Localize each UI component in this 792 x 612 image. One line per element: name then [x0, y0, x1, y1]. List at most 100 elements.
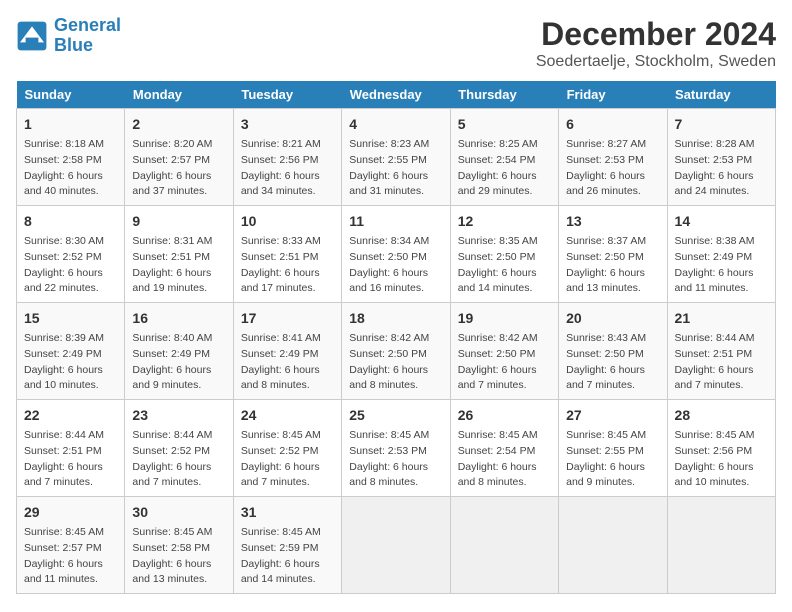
day-number: 21 [675, 308, 768, 329]
calendar-week-row: 29Sunrise: 8:45 AM Sunset: 2:57 PM Dayli… [17, 497, 776, 594]
day-info: Sunrise: 8:45 AM Sunset: 2:52 PM Dayligh… [241, 428, 334, 491]
day-info: Sunrise: 8:41 AM Sunset: 2:49 PM Dayligh… [241, 331, 334, 394]
day-info: Sunrise: 8:20 AM Sunset: 2:57 PM Dayligh… [132, 137, 225, 200]
day-number: 7 [675, 114, 768, 135]
day-info: Sunrise: 8:35 AM Sunset: 2:50 PM Dayligh… [458, 234, 551, 297]
main-title: December 2024 [536, 16, 776, 53]
logo: General Blue [16, 16, 121, 56]
calendar-cell: 17Sunrise: 8:41 AM Sunset: 2:49 PM Dayli… [233, 303, 341, 400]
day-number: 6 [566, 114, 659, 135]
calendar-cell: 2Sunrise: 8:20 AM Sunset: 2:57 PM Daylig… [125, 109, 233, 206]
calendar-cell: 7Sunrise: 8:28 AM Sunset: 2:53 PM Daylig… [667, 109, 775, 206]
day-info: Sunrise: 8:28 AM Sunset: 2:53 PM Dayligh… [675, 137, 768, 200]
calendar-cell: 23Sunrise: 8:44 AM Sunset: 2:52 PM Dayli… [125, 400, 233, 497]
day-number: 27 [566, 405, 659, 426]
day-info: Sunrise: 8:45 AM Sunset: 2:56 PM Dayligh… [675, 428, 768, 491]
day-info: Sunrise: 8:33 AM Sunset: 2:51 PM Dayligh… [241, 234, 334, 297]
day-number: 9 [132, 211, 225, 232]
header-row: SundayMondayTuesdayWednesdayThursdayFrid… [17, 81, 776, 109]
logo-line2: Blue [54, 35, 93, 55]
day-number: 25 [349, 405, 442, 426]
calendar-cell: 3Sunrise: 8:21 AM Sunset: 2:56 PM Daylig… [233, 109, 341, 206]
logo-text: General Blue [54, 16, 121, 56]
day-info: Sunrise: 8:45 AM Sunset: 2:55 PM Dayligh… [566, 428, 659, 491]
calendar-cell: 25Sunrise: 8:45 AM Sunset: 2:53 PM Dayli… [342, 400, 450, 497]
calendar-cell: 22Sunrise: 8:44 AM Sunset: 2:51 PM Dayli… [17, 400, 125, 497]
day-info: Sunrise: 8:42 AM Sunset: 2:50 PM Dayligh… [458, 331, 551, 394]
day-number: 5 [458, 114, 551, 135]
day-number: 11 [349, 211, 442, 232]
weekday-header: Thursday [450, 81, 558, 109]
title-section: December 2024 Soedertaelje, Stockholm, S… [536, 16, 776, 71]
day-number: 3 [241, 114, 334, 135]
weekday-header: Friday [559, 81, 667, 109]
day-info: Sunrise: 8:27 AM Sunset: 2:53 PM Dayligh… [566, 137, 659, 200]
day-info: Sunrise: 8:44 AM Sunset: 2:51 PM Dayligh… [24, 428, 117, 491]
subtitle: Soedertaelje, Stockholm, Sweden [536, 53, 776, 71]
header: General Blue December 2024 Soedertaelje,… [16, 16, 776, 71]
day-info: Sunrise: 8:18 AM Sunset: 2:58 PM Dayligh… [24, 137, 117, 200]
day-number: 26 [458, 405, 551, 426]
calendar-cell: 6Sunrise: 8:27 AM Sunset: 2:53 PM Daylig… [559, 109, 667, 206]
calendar-cell: 5Sunrise: 8:25 AM Sunset: 2:54 PM Daylig… [450, 109, 558, 206]
calendar-cell: 26Sunrise: 8:45 AM Sunset: 2:54 PM Dayli… [450, 400, 558, 497]
calendar-cell: 4Sunrise: 8:23 AM Sunset: 2:55 PM Daylig… [342, 109, 450, 206]
calendar-cell: 13Sunrise: 8:37 AM Sunset: 2:50 PM Dayli… [559, 206, 667, 303]
day-info: Sunrise: 8:42 AM Sunset: 2:50 PM Dayligh… [349, 331, 442, 394]
logo-line1: General [54, 15, 121, 35]
day-number: 17 [241, 308, 334, 329]
calendar-cell [667, 497, 775, 594]
calendar-cell: 19Sunrise: 8:42 AM Sunset: 2:50 PM Dayli… [450, 303, 558, 400]
day-info: Sunrise: 8:31 AM Sunset: 2:51 PM Dayligh… [132, 234, 225, 297]
calendar-cell: 8Sunrise: 8:30 AM Sunset: 2:52 PM Daylig… [17, 206, 125, 303]
day-number: 13 [566, 211, 659, 232]
day-info: Sunrise: 8:34 AM Sunset: 2:50 PM Dayligh… [349, 234, 442, 297]
day-info: Sunrise: 8:39 AM Sunset: 2:49 PM Dayligh… [24, 331, 117, 394]
day-info: Sunrise: 8:45 AM Sunset: 2:57 PM Dayligh… [24, 525, 117, 588]
day-number: 30 [132, 502, 225, 523]
day-number: 10 [241, 211, 334, 232]
day-info: Sunrise: 8:23 AM Sunset: 2:55 PM Dayligh… [349, 137, 442, 200]
calendar-table: SundayMondayTuesdayWednesdayThursdayFrid… [16, 81, 776, 594]
day-number: 15 [24, 308, 117, 329]
day-number: 24 [241, 405, 334, 426]
calendar-cell: 16Sunrise: 8:40 AM Sunset: 2:49 PM Dayli… [125, 303, 233, 400]
day-info: Sunrise: 8:44 AM Sunset: 2:52 PM Dayligh… [132, 428, 225, 491]
weekday-header: Sunday [17, 81, 125, 109]
day-info: Sunrise: 8:43 AM Sunset: 2:50 PM Dayligh… [566, 331, 659, 394]
day-info: Sunrise: 8:25 AM Sunset: 2:54 PM Dayligh… [458, 137, 551, 200]
day-info: Sunrise: 8:45 AM Sunset: 2:54 PM Dayligh… [458, 428, 551, 491]
day-number: 22 [24, 405, 117, 426]
weekday-header: Tuesday [233, 81, 341, 109]
day-number: 4 [349, 114, 442, 135]
day-number: 31 [241, 502, 334, 523]
day-info: Sunrise: 8:37 AM Sunset: 2:50 PM Dayligh… [566, 234, 659, 297]
calendar-cell: 24Sunrise: 8:45 AM Sunset: 2:52 PM Dayli… [233, 400, 341, 497]
calendar-cell: 21Sunrise: 8:44 AM Sunset: 2:51 PM Dayli… [667, 303, 775, 400]
calendar-cell [342, 497, 450, 594]
day-info: Sunrise: 8:44 AM Sunset: 2:51 PM Dayligh… [675, 331, 768, 394]
calendar-week-row: 15Sunrise: 8:39 AM Sunset: 2:49 PM Dayli… [17, 303, 776, 400]
day-number: 28 [675, 405, 768, 426]
calendar-cell: 1Sunrise: 8:18 AM Sunset: 2:58 PM Daylig… [17, 109, 125, 206]
calendar-cell [559, 497, 667, 594]
calendar-cell: 31Sunrise: 8:45 AM Sunset: 2:59 PM Dayli… [233, 497, 341, 594]
calendar-cell: 15Sunrise: 8:39 AM Sunset: 2:49 PM Dayli… [17, 303, 125, 400]
day-number: 18 [349, 308, 442, 329]
day-info: Sunrise: 8:45 AM Sunset: 2:53 PM Dayligh… [349, 428, 442, 491]
day-number: 16 [132, 308, 225, 329]
day-number: 2 [132, 114, 225, 135]
day-number: 23 [132, 405, 225, 426]
day-number: 12 [458, 211, 551, 232]
calendar-cell: 29Sunrise: 8:45 AM Sunset: 2:57 PM Dayli… [17, 497, 125, 594]
page-wrapper: General Blue December 2024 Soedertaelje,… [16, 16, 776, 594]
day-number: 19 [458, 308, 551, 329]
calendar-cell: 11Sunrise: 8:34 AM Sunset: 2:50 PM Dayli… [342, 206, 450, 303]
weekday-header: Wednesday [342, 81, 450, 109]
calendar-cell: 10Sunrise: 8:33 AM Sunset: 2:51 PM Dayli… [233, 206, 341, 303]
calendar-cell: 14Sunrise: 8:38 AM Sunset: 2:49 PM Dayli… [667, 206, 775, 303]
day-number: 29 [24, 502, 117, 523]
weekday-header: Monday [125, 81, 233, 109]
calendar-cell: 18Sunrise: 8:42 AM Sunset: 2:50 PM Dayli… [342, 303, 450, 400]
day-info: Sunrise: 8:21 AM Sunset: 2:56 PM Dayligh… [241, 137, 334, 200]
